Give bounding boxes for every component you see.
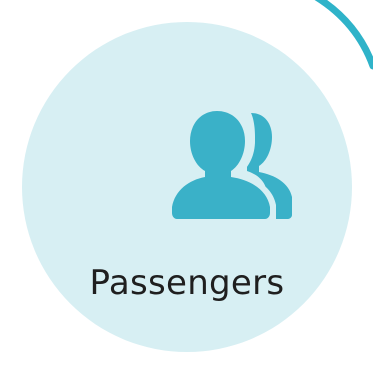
passengers-label: Passengers bbox=[89, 263, 285, 303]
passengers-tile-screen: Passengers bbox=[0, 0, 373, 369]
passengers-icon bbox=[171, 109, 295, 219]
passengers-tile[interactable]: Passengers bbox=[22, 22, 352, 352]
